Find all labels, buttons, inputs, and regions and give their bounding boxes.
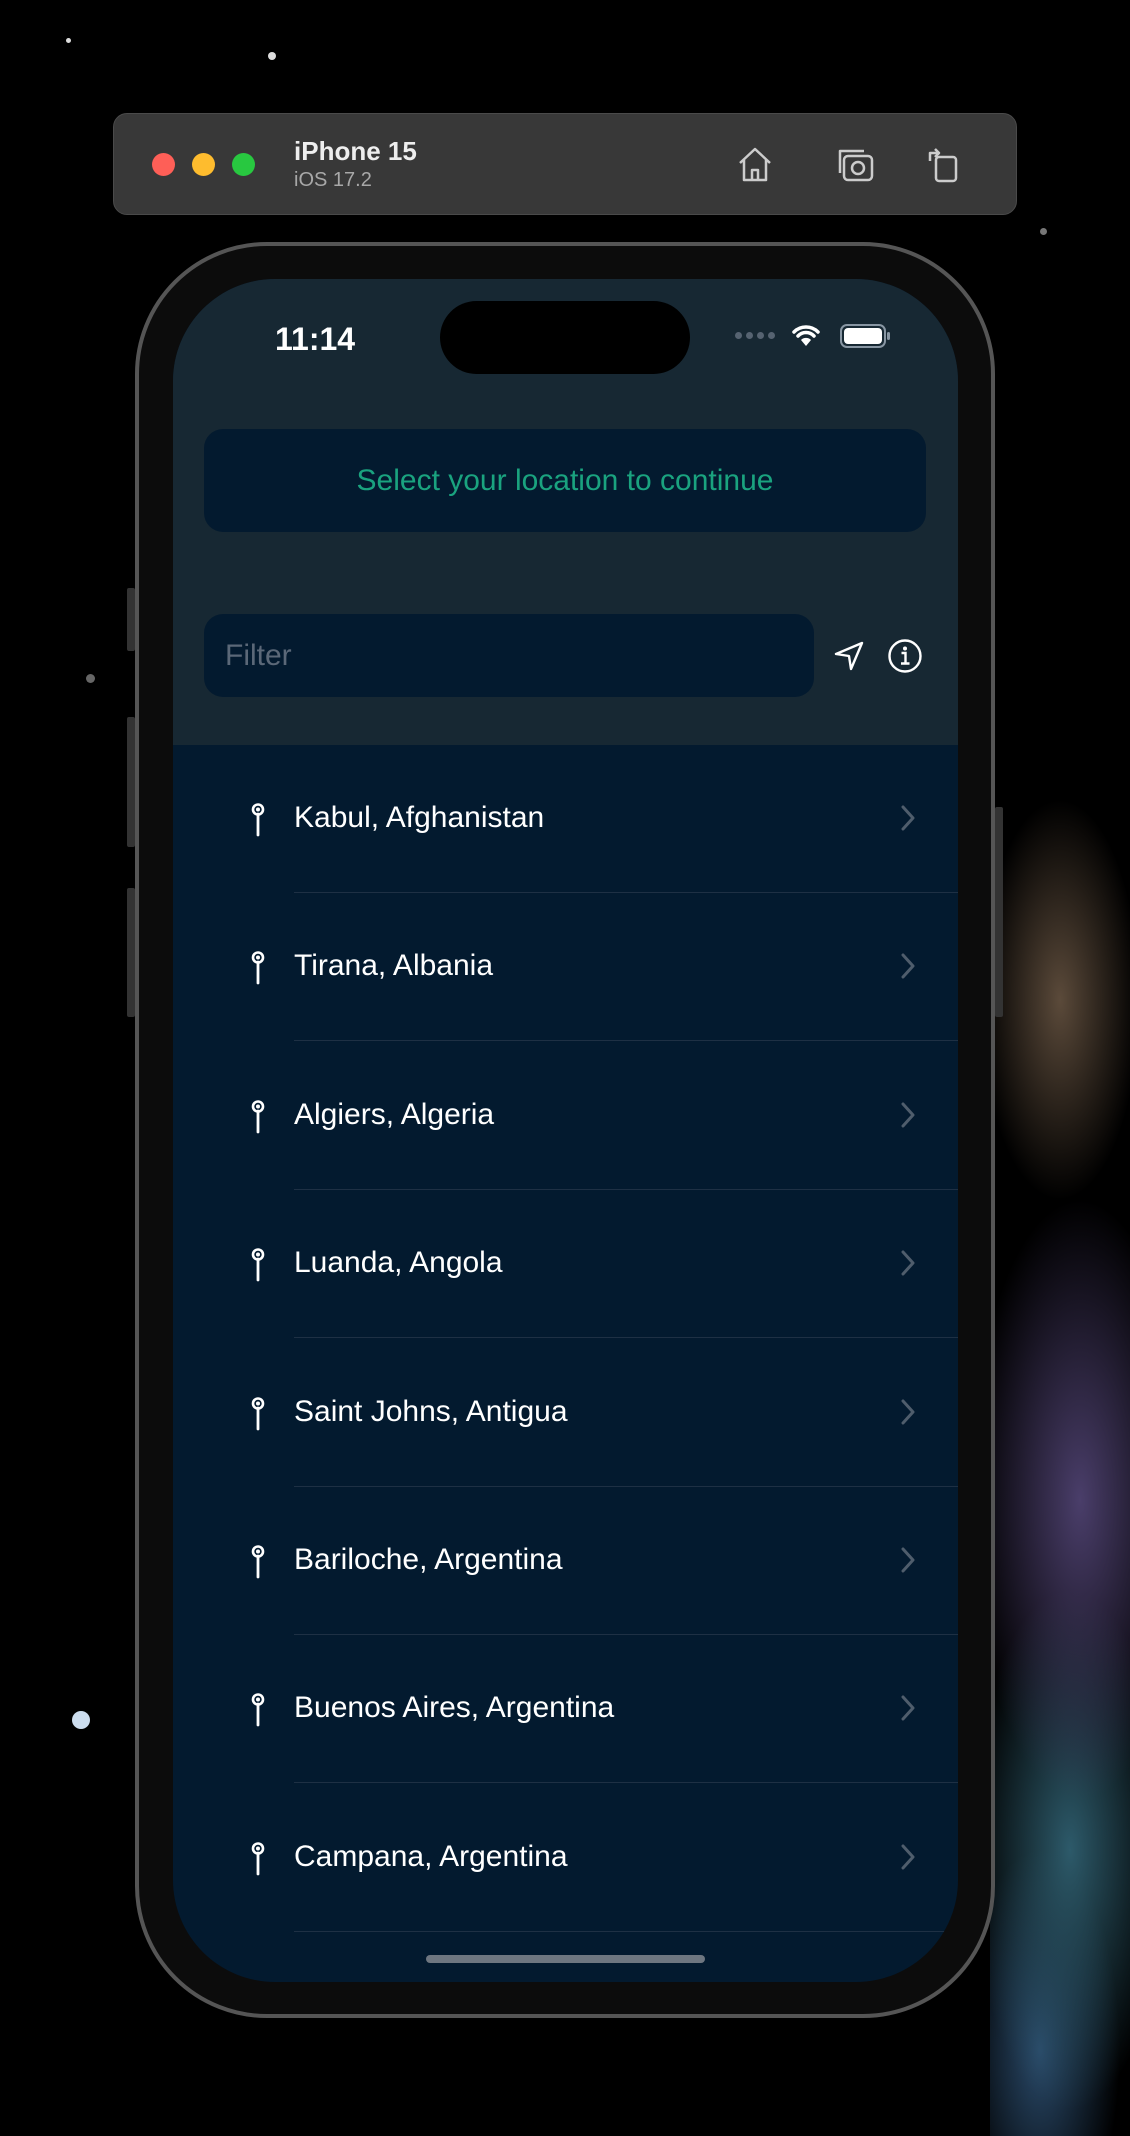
location-label: Luanda, Angola [294,1246,503,1280]
pin-icon [251,951,265,990]
location-label: Bariloche, Argentina [294,1543,563,1576]
location-row[interactable]: Campana, Argentina [173,1784,958,1932]
status-time: 11:14 [275,321,356,357]
pin-icon [251,1248,265,1287]
chevron-right-icon [901,1695,915,1726]
home-icon[interactable] [734,143,776,185]
location-row[interactable]: Bariloche, Argentina [173,1487,958,1635]
screenshot-icon[interactable] [834,143,876,185]
star [1040,228,1047,235]
rotate-icon[interactable] [922,143,964,185]
star [268,52,276,60]
location-label: Kabul, Afghanistan [294,801,545,834]
home-indicator[interactable] [426,1955,705,1963]
pin-icon [251,1545,265,1584]
dynamic-island [440,301,690,374]
battery-icon [840,324,892,353]
background-artwork [990,700,1130,2136]
power-button[interactable] [995,807,1003,1017]
chevron-right-icon [901,953,915,984]
current-location-button[interactable] [833,640,865,677]
pin-icon [251,1099,265,1139]
location-label: Tirana, Albania [294,949,494,983]
star [66,38,71,43]
location-prompt-banner: Select your location to continue [204,429,926,532]
location-row[interactable]: Buenos Aires, Argentina [173,1635,958,1784]
star [72,1711,90,1729]
cellular-signal-icon [735,332,775,339]
volume-down-button[interactable] [127,888,135,1017]
location-label: Algiers, Algeria [294,1097,495,1131]
chevron-right-icon [901,1399,915,1430]
info-button[interactable] [887,638,923,679]
location-label: Buenos Aires, Argentina [294,1691,615,1725]
star [86,674,95,683]
pin-icon [251,803,265,842]
chevron-right-icon [901,1844,915,1875]
close-window-button[interactable] [152,153,175,176]
os-version: iOS 17.2 [294,169,372,191]
volume-up-button[interactable] [127,717,135,847]
location-row[interactable]: Algiers, Algeria [173,1042,958,1190]
location-row[interactable]: Tirana, Albania [173,893,958,1042]
chevron-right-icon [901,1250,915,1281]
zoom-window-button[interactable] [232,153,255,176]
banner-text: Select your location to continue [356,463,774,497]
location-row[interactable]: Saint Johns, Antigua [173,1339,958,1487]
header: 11:14 Select your location to continue [173,279,958,745]
location-row[interactable]: Kabul, Afghanistan [173,745,958,893]
wifi-icon [791,322,821,351]
chevron-right-icon [901,1102,915,1133]
pin-icon [251,1396,265,1436]
location-label: Campana, Argentina [294,1839,568,1873]
location-label: Saint Johns, Antigua [294,1394,568,1428]
device-name: iPhone 15 [294,136,417,166]
chevron-right-icon [901,1547,915,1578]
row-separator [294,1930,958,1932]
chevron-right-icon [901,805,915,836]
app-screen: 11:14 Select your location to continue K [173,279,958,1982]
action-button[interactable] [127,588,135,651]
filter-input[interactable] [204,614,814,697]
pin-icon [251,1841,265,1881]
minimize-window-button[interactable] [192,153,215,176]
pin-icon [251,1693,265,1732]
location-row[interactable]: Luanda, Angola [173,1190,958,1339]
